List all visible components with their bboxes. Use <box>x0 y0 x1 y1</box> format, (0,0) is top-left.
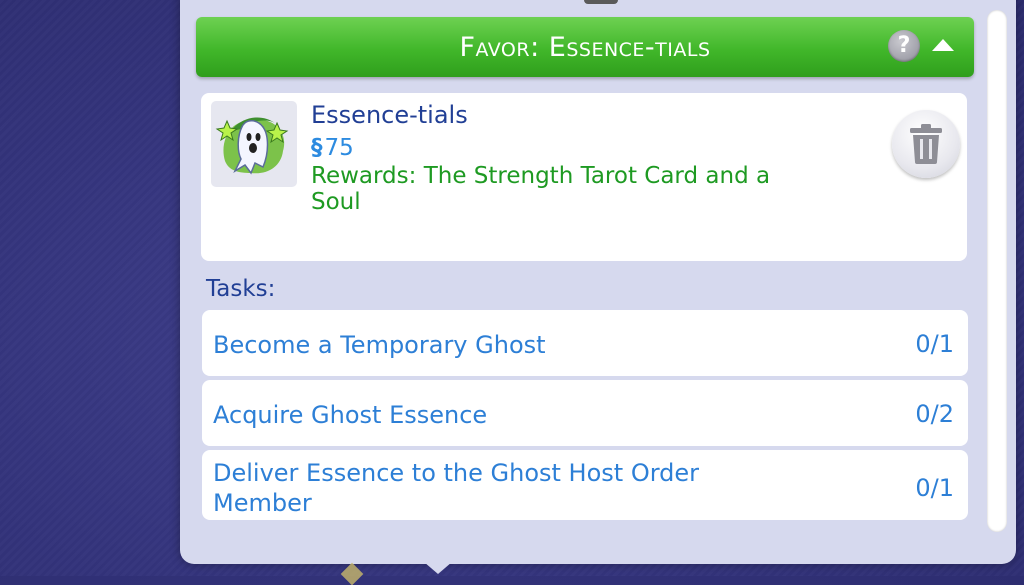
task-label: Acquire Ghost Essence <box>213 401 488 429</box>
favor-name: Essence-tials <box>311 101 468 129</box>
favor-cost: §75 <box>311 135 354 161</box>
favor-card: Essence-tials §75 Rewards: The Strength … <box>201 93 967 261</box>
header-title: Favor: Essence-tials <box>459 32 711 63</box>
panel-pointer <box>424 562 452 574</box>
task-progress: 0/2 <box>915 400 954 428</box>
simoleon-icon: § <box>311 135 323 161</box>
task-row[interactable]: Acquire Ghost Essence 0/2 <box>202 380 968 446</box>
help-button[interactable]: ? <box>888 30 920 62</box>
tasks-heading: Tasks: <box>206 276 276 302</box>
favor-rewards: Rewards: The Strength Tarot Card and a S… <box>311 163 771 215</box>
task-progress: 0/1 <box>915 474 954 502</box>
delete-favor-button[interactable] <box>892 110 960 178</box>
scrollbar[interactable] <box>987 10 1007 532</box>
question-icon: ? <box>897 33 911 58</box>
task-label: Become a Temporary Ghost <box>213 331 546 359</box>
task-row[interactable]: Deliver Essence to the Ghost Host Order … <box>202 450 968 520</box>
cost-value: 75 <box>324 135 354 161</box>
ghost-icon <box>211 101 297 187</box>
trash-icon <box>910 124 942 164</box>
task-progress: 0/1 <box>915 330 954 358</box>
chevron-up-icon[interactable] <box>932 39 954 51</box>
favor-header[interactable]: Favor: Essence-tials ? <box>196 17 974 77</box>
task-row[interactable]: Become a Temporary Ghost 0/1 <box>202 310 968 376</box>
task-label: Deliver Essence to the Ghost Host Order … <box>213 459 700 517</box>
top-notch <box>584 0 618 4</box>
